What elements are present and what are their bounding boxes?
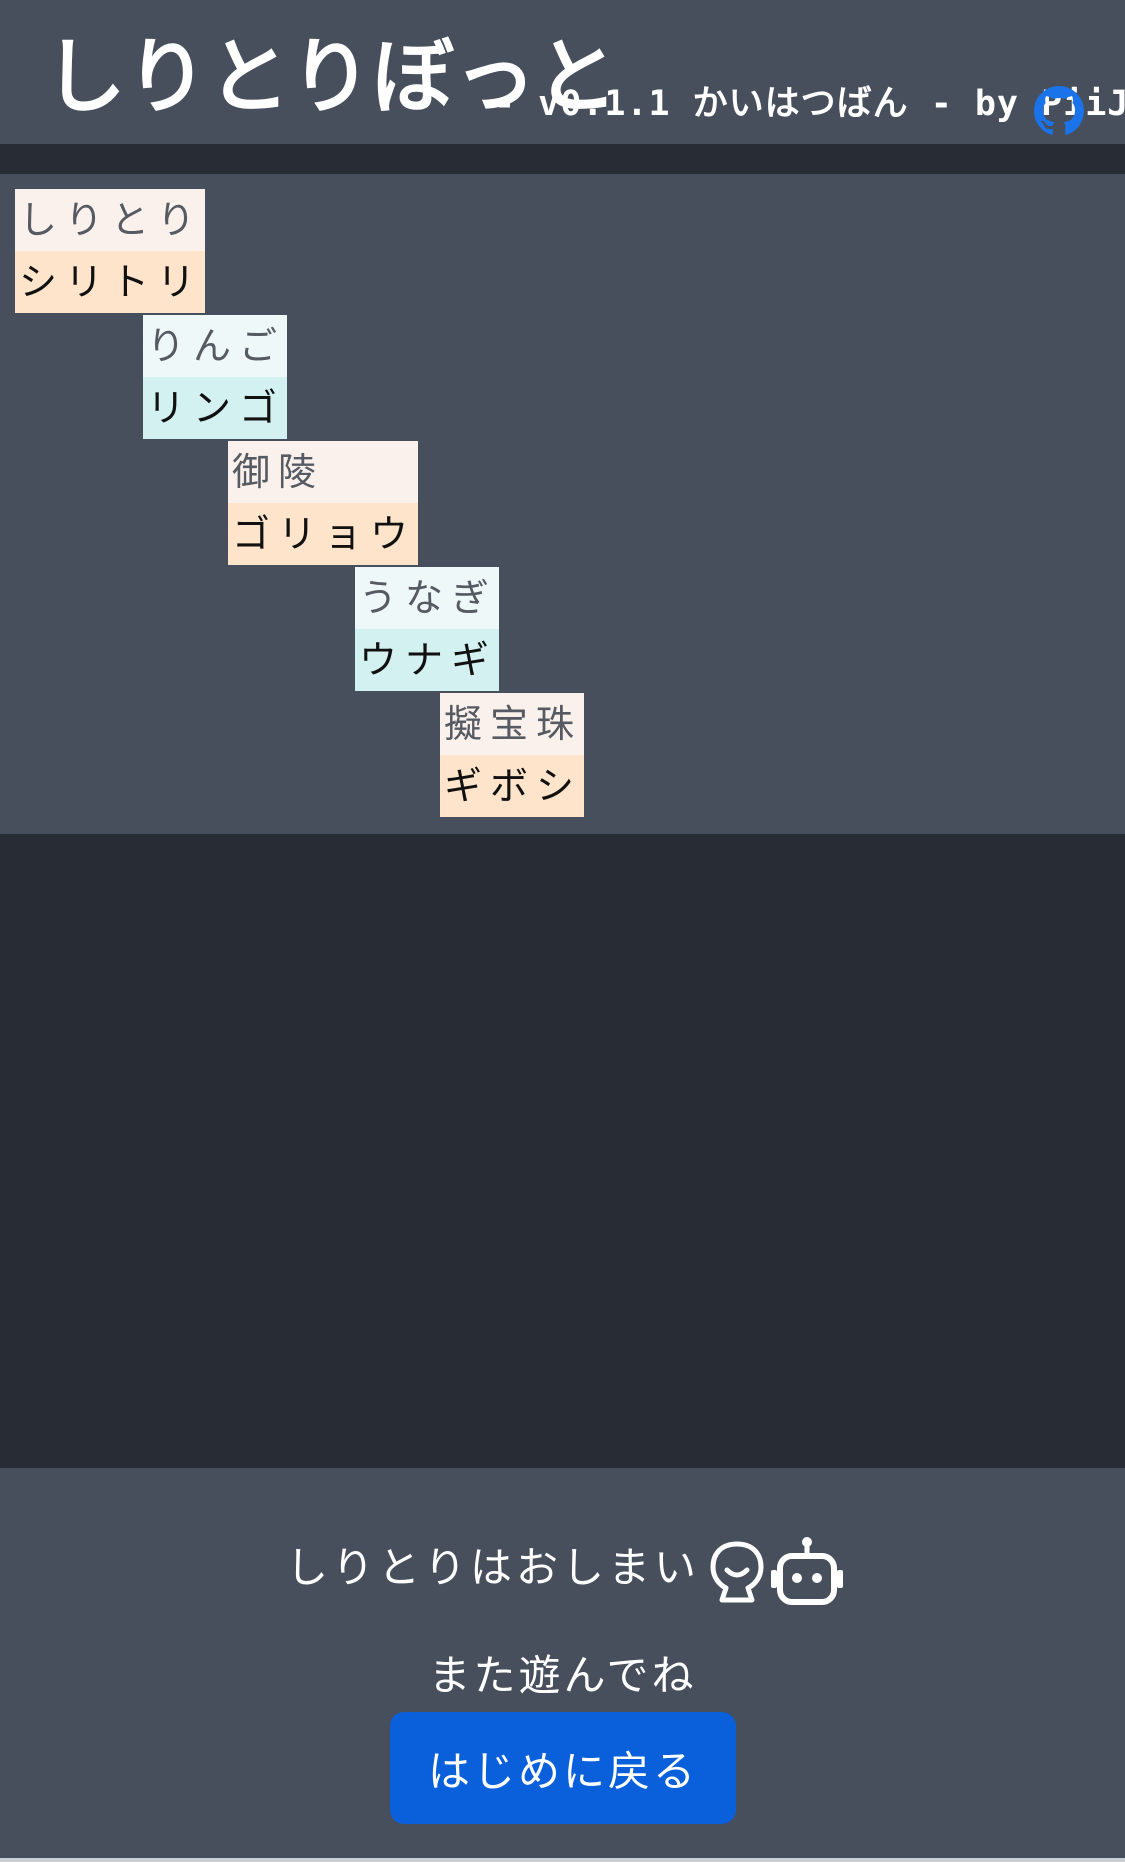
word-reading: 擬宝珠 xyxy=(440,693,585,755)
word-entry: しりとり シリトリ xyxy=(15,189,206,313)
header-separator xyxy=(0,144,1125,174)
github-icon[interactable] xyxy=(1034,86,1084,136)
robot-icon xyxy=(771,1537,843,1605)
header-bar: しりとりぼっと - v0.1.1 かいはつばん - by PiiJey xyxy=(0,0,1125,144)
end-message: しりとりはおしまい xyxy=(286,1543,701,1592)
bottom-divider xyxy=(0,1858,1125,1862)
word-katakana: シリトリ xyxy=(15,251,206,313)
word-katakana: ウナギ xyxy=(355,629,500,691)
back-to-start-button[interactable]: はじめに戻る xyxy=(390,1712,736,1824)
empty-area xyxy=(0,834,1125,1468)
bye-message: また遊んでね xyxy=(428,1651,697,1700)
word-katakana: ギボシ xyxy=(440,755,585,817)
word-reading: うなぎ xyxy=(355,567,500,629)
word-reading: りんご xyxy=(143,315,288,377)
word-reading: 御陵 xyxy=(228,441,419,503)
app-subtitle: - v0.1.1 かいはつばん - by PiiJey xyxy=(494,84,1125,124)
word-entry: りんご リンゴ xyxy=(143,315,288,439)
word-entry: 御陵 ゴリョウ xyxy=(228,441,419,565)
word-entry: うなぎ ウナギ xyxy=(355,567,500,691)
player-icon xyxy=(710,1541,764,1603)
word-entry: 擬宝珠 ギボシ xyxy=(440,693,585,817)
word-katakana: リンゴ xyxy=(143,377,288,439)
word-history: しりとり シリトリ りんご リンゴ 御陵 ゴリョウ うなぎ ウナギ 擬宝珠 ギボ… xyxy=(0,174,1125,834)
word-reading: しりとり xyxy=(15,189,206,251)
word-katakana: ゴリョウ xyxy=(228,503,419,565)
